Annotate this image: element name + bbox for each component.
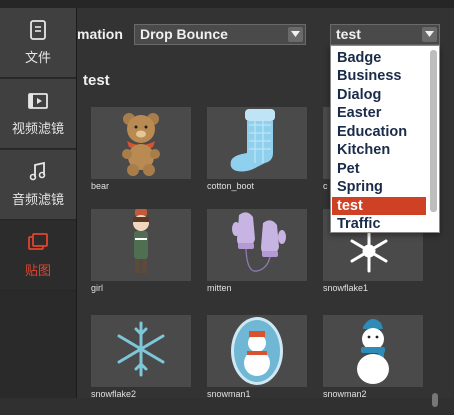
- sticker-label: mitten: [207, 283, 232, 293]
- sticker-item-snowman2[interactable]: snowman2: [311, 315, 423, 415]
- sticker-thumbnail: [91, 107, 191, 179]
- dropdown-option[interactable]: Badge: [332, 49, 426, 67]
- boot-icon: [230, 109, 275, 172]
- sticker-item-cotton-boot[interactable]: cotton_boot: [195, 107, 307, 207]
- animation-label: mation: [77, 26, 123, 42]
- snowflake-icon: [117, 321, 165, 377]
- sidebar-item-sticker[interactable]: 贴图: [0, 221, 76, 291]
- sidebar-item-label: 视频滤镜: [11, 122, 64, 137]
- sticker-label: snowflake1: [323, 283, 369, 293]
- dropdown-option[interactable]: Dialog: [332, 86, 426, 104]
- girl-icon: [133, 209, 149, 273]
- video-filter-icon: [28, 93, 48, 109]
- sidebar-item-audio-filter[interactable]: 音频滤镜: [0, 150, 76, 220]
- snowman-icon: [357, 318, 389, 384]
- bear-icon: [122, 113, 160, 176]
- sticker-label: girl: [91, 283, 104, 293]
- chevron-down-icon: [288, 27, 303, 42]
- music-note-icon: [29, 161, 46, 181]
- sticker-item-snowflake2[interactable]: snowflake2: [79, 315, 191, 415]
- sticker-thumbnail: [207, 209, 307, 281]
- sticker-item-mitten[interactable]: mitten: [195, 209, 307, 309]
- sticker-thumbnail: [207, 315, 307, 387]
- category-select[interactable]: test: [330, 24, 440, 45]
- dropdown-option[interactable]: Traffic: [332, 215, 426, 233]
- scrollbar[interactable]: [432, 393, 438, 407]
- section-title: test: [83, 72, 110, 89]
- chevron-down-icon: [422, 27, 437, 42]
- sidebar-item-label: 文件: [24, 51, 51, 66]
- sticker-label: bear: [91, 181, 110, 191]
- sticker-item-bear[interactable]: bear: [79, 107, 191, 207]
- dropdown-option[interactable]: Business: [332, 67, 426, 85]
- sticker-thumbnail: [323, 315, 423, 387]
- dropdown-option[interactable]: Kitchen: [332, 141, 426, 159]
- sidebar-item-label: 贴图: [24, 264, 51, 279]
- sticker-item-snowman1[interactable]: snowman1: [195, 315, 307, 415]
- sidebar-item-file[interactable]: 文件: [0, 8, 76, 78]
- sticker-item-girl[interactable]: girl: [79, 209, 191, 309]
- dropdown-option[interactable]: Easter: [332, 104, 426, 122]
- sidebar-item-video-filter[interactable]: 视频滤镜: [0, 79, 76, 149]
- dropdown-option[interactable]: Spring: [332, 178, 426, 196]
- dropdown-option[interactable]: Education: [332, 123, 426, 141]
- sticker-thumbnail: [91, 209, 191, 281]
- dropdown-option-selected[interactable]: test: [332, 197, 426, 215]
- snowman-icon: [231, 317, 283, 385]
- mitten-icon: [232, 212, 286, 272]
- sidebar-item-label: 音频滤镜: [11, 193, 64, 208]
- sticker-icon: [28, 233, 48, 250]
- sticker-label: cotton_boot: [207, 181, 255, 191]
- animation-select[interactable]: Drop Bounce: [134, 24, 306, 45]
- dropdown-scrollbar[interactable]: [430, 50, 437, 212]
- document-icon: [30, 20, 46, 40]
- sticker-label: c: [323, 181, 328, 191]
- top-menu-bar: [0, 0, 454, 8]
- dropdown-option[interactable]: Pet: [332, 160, 426, 178]
- category-dropdown-list: Badge Business Dialog Easter Education K…: [330, 45, 440, 233]
- sticker-thumbnail: [207, 107, 307, 179]
- animation-select-value: Drop Bounce: [140, 26, 228, 42]
- sticker-thumbnail: [91, 315, 191, 387]
- sidebar: 文件 视频滤镜 音频滤镜 贴图: [0, 8, 77, 398]
- category-select-value: test: [336, 26, 361, 42]
